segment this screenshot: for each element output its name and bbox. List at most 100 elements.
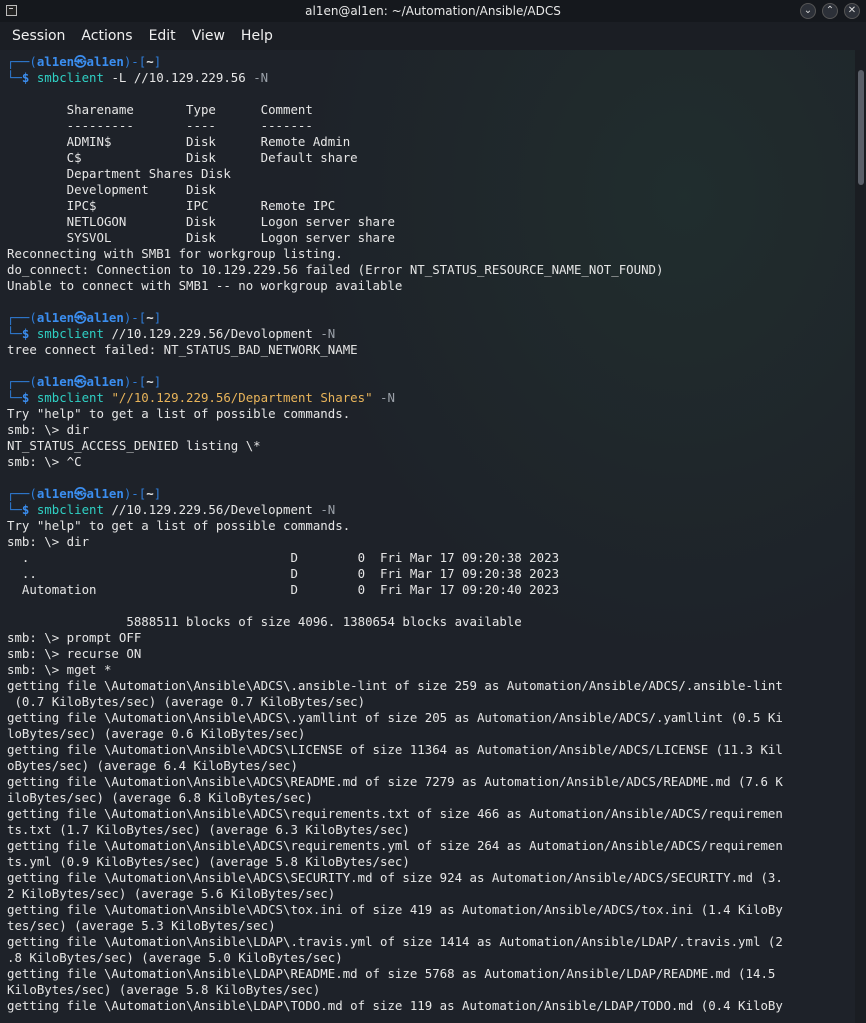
terminal-app-icon [6, 5, 17, 16]
prompt-mid: )-[ [123, 54, 147, 69]
prompt-open: ┌──( [7, 486, 37, 501]
output-line: tes/sec) (average 5.3 KiloBytes/sec) [7, 918, 276, 933]
window-controls: ⌄ ⌃ ✕ [800, 3, 860, 19]
output-line: Development Disk [7, 182, 216, 197]
prompt-line-top: ┌──(al1en㉿al1en)-[~] [7, 54, 855, 70]
output-line: .8 KiloBytes/sec) (average 5.0 KiloBytes… [7, 950, 343, 965]
prompt-line-top: ┌──(al1en㉿al1en)-[~] [7, 374, 855, 390]
prompt-path: ~ [146, 374, 154, 389]
menu-bar: Session Actions Edit View Help [0, 22, 866, 50]
prompt-user: al1en㉿al1en [36, 310, 124, 325]
output-line: getting file \Automation\Ansible\ADCS\re… [7, 838, 783, 853]
output-line: smb: \> ^C [7, 454, 82, 469]
window-title: al1en@al1en: ~/Automation/Ansible/ADCS [305, 4, 561, 18]
close-button[interactable]: ✕ [844, 3, 860, 19]
output-line: getting file \Automation\Ansible\ADCS\.a… [7, 678, 783, 693]
prompt-line-command: └─$ smbclient //10.129.229.56/Developmen… [7, 502, 855, 518]
terminal-output[interactable]: ┌──(al1en㉿al1en)-[~] └─$ smbclient -L //1… [0, 50, 855, 1023]
prompt-mid: )-[ [123, 486, 147, 501]
output-line: do_connect: Connection to 10.129.229.56 … [7, 262, 664, 277]
output-line: ts.yml (0.9 KiloBytes/sec) (average 5.8 … [7, 854, 410, 869]
output-line: 5888511 blocks of size 4096. 1380654 blo… [7, 614, 522, 629]
output-line: smb: \> recurse ON [7, 646, 142, 661]
output-line: Unable to connect with SMB1 -- no workgr… [7, 278, 403, 293]
prompt-dollar: $ [21, 502, 37, 517]
output-line: SYSVOL Disk Logon server share [7, 230, 395, 245]
output-line: 2 KiloBytes/sec) (average 5.6 KiloBytes/… [7, 886, 336, 901]
prompt-line-top: ┌──(al1en㉿al1en)-[~] [7, 310, 855, 326]
output-line: getting file \Automation\Ansible\ADCS\.y… [7, 710, 783, 725]
prompt-mid: )-[ [123, 310, 147, 325]
output-line: getting file \Automation\Ansible\LDAP\RE… [7, 966, 776, 981]
output-line: KiloBytes/sec) (average 5.8 KiloBytes/se… [7, 982, 321, 997]
output-line: . D 0 Fri Mar 17 09:20:38 2023 [7, 550, 560, 565]
output-line: ADMIN$ Disk Remote Admin [7, 134, 351, 149]
output-line: smb: \> dir [7, 534, 90, 549]
terminal-lines: ┌──(al1en㉿al1en)-[~] └─$ smbclient -L //1… [0, 50, 855, 1014]
command-arg: //10.129.229.56/Development [103, 502, 321, 517]
output-line: getting file \Automation\Ansible\LDAP\TO… [7, 998, 783, 1013]
output-line: C$ Disk Default share [7, 150, 358, 165]
output-line: (0.7 KiloBytes/sec) (average 0.7 KiloByt… [7, 694, 366, 709]
command-name: smbclient [36, 70, 104, 85]
prompt-close: ] [153, 54, 162, 69]
prompt-line-command: └─$ smbclient -L //10.129.229.56 -N [7, 70, 855, 86]
output-line: Try "help" to get a list of possible com… [7, 518, 351, 533]
output-line: NT_STATUS_ACCESS_DENIED listing \* [7, 438, 261, 453]
prompt-line-command: └─$ smbclient "//10.129.229.56/Departmen… [7, 390, 855, 406]
output-line: Try "help" to get a list of possible com… [7, 406, 351, 421]
output-line: .. D 0 Fri Mar 17 09:20:38 2023 [7, 566, 560, 581]
menu-actions[interactable]: Actions [73, 28, 140, 44]
scrollbar-thumb[interactable] [858, 70, 864, 185]
menu-edit[interactable]: Edit [141, 28, 184, 44]
terminal-scrollbar[interactable] [855, 50, 866, 1023]
prompt-path: ~ [146, 54, 154, 69]
output-line: getting file \Automation\Ansible\ADCS\to… [7, 902, 783, 917]
prompt-user: al1en㉿al1en [36, 486, 124, 501]
output-line: iloBytes/sec) (average 6.8 KiloBytes/sec… [7, 790, 313, 805]
menu-session[interactable]: Session [4, 28, 73, 44]
maximize-button[interactable]: ⌃ [822, 3, 838, 19]
output-line: Automation D 0 Fri Mar 17 09:20:40 2023 [7, 582, 560, 597]
minimize-button[interactable]: ⌄ [800, 3, 816, 19]
prompt-open: ┌──( [7, 54, 37, 69]
prompt-prefix: └─ [7, 326, 22, 341]
output-line: getting file \Automation\Ansible\ADCS\LI… [7, 742, 783, 757]
prompt-close: ] [153, 374, 162, 389]
prompt-dollar: $ [21, 326, 37, 341]
prompt-user: al1en㉿al1en [36, 374, 124, 389]
output-line: Sharename Type Comment [7, 102, 313, 117]
output-line: getting file \Automation\Ansible\ADCS\SE… [7, 870, 783, 885]
command-arg: -N [320, 502, 336, 517]
output-line: tree connect failed: NT_STATUS_BAD_NETWO… [7, 342, 358, 357]
command-arg: //10.129.229.56/Devolopment [103, 326, 321, 341]
prompt-mid: )-[ [123, 374, 147, 389]
output-line: NETLOGON Disk Logon server share [7, 214, 395, 229]
output-line: smb: \> mget * [7, 662, 112, 677]
output-line: smb: \> prompt OFF [7, 630, 142, 645]
prompt-line-top: ┌──(al1en㉿al1en)-[~] [7, 486, 855, 502]
output-line: getting file \Automation\Ansible\LDAP\.t… [7, 934, 783, 949]
prompt-open: ┌──( [7, 310, 37, 325]
prompt-line-command: └─$ smbclient //10.129.229.56/Devolopmen… [7, 326, 855, 342]
prompt-prefix: └─ [7, 70, 22, 85]
prompt-path: ~ [146, 310, 154, 325]
output-line: getting file \Automation\Ansible\ADCS\re… [7, 806, 783, 821]
prompt-open: ┌──( [7, 374, 37, 389]
menu-help[interactable]: Help [233, 28, 281, 44]
output-line: smb: \> dir [7, 422, 90, 437]
command-arg: -N [253, 70, 269, 85]
command-name: smbclient [36, 326, 104, 341]
prompt-dollar: $ [21, 70, 37, 85]
prompt-prefix: └─ [7, 502, 22, 517]
command-arg: -N [380, 390, 395, 405]
prompt-dollar: $ [21, 390, 37, 405]
menu-view[interactable]: View [184, 28, 233, 44]
output-line: oBytes/sec) (average 6.4 KiloBytes/sec) [7, 758, 298, 773]
output-line: Department Shares Disk [7, 166, 231, 181]
command-arg: "//10.129.229.56/Department Shares" [103, 390, 380, 405]
